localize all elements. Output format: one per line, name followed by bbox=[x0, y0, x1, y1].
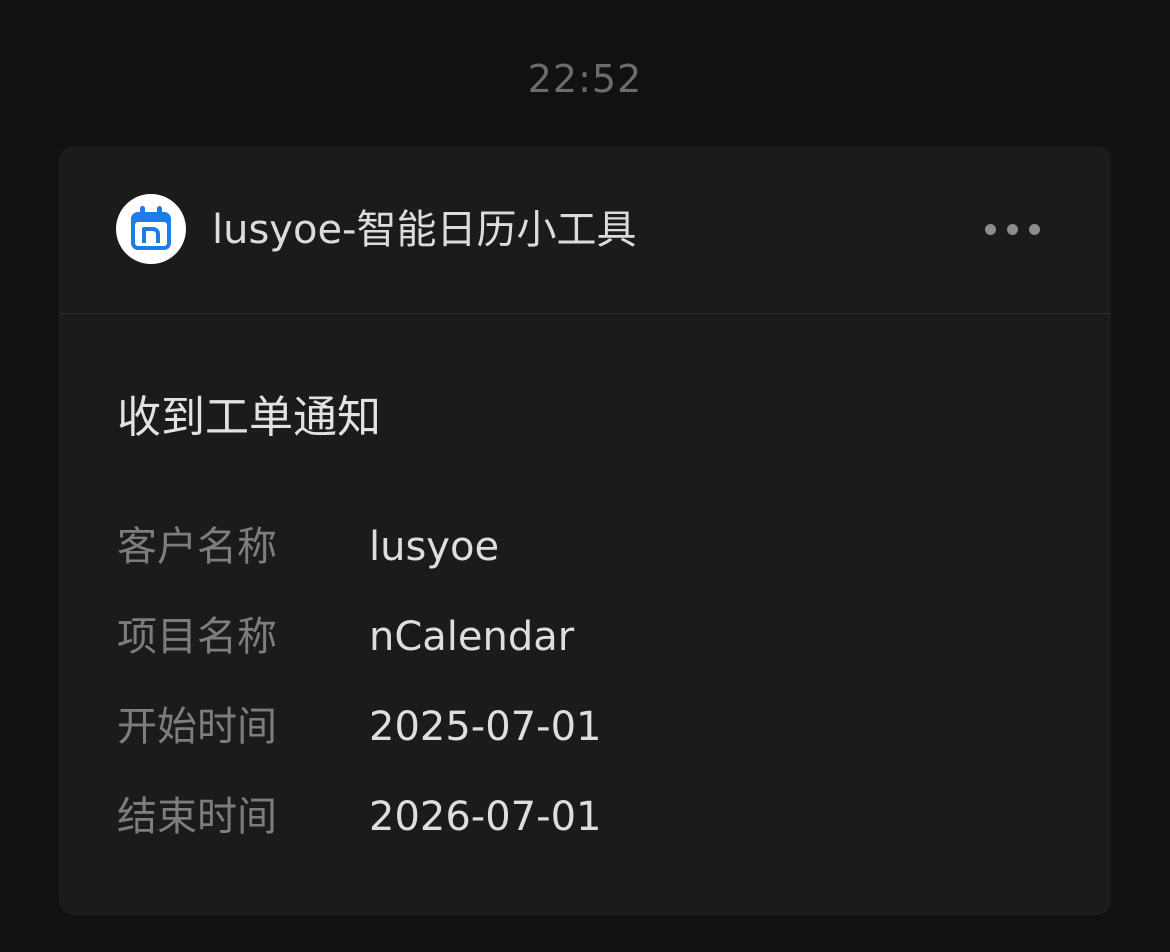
app-name: lusyoe-智能日历小工具 bbox=[212, 207, 637, 253]
field-row-project: 项目名称 nCalendar bbox=[117, 609, 1077, 665]
field-value: 2026-07-01 bbox=[369, 794, 602, 840]
more-dot-icon bbox=[1007, 224, 1018, 235]
notification-title: 收到工单通知 bbox=[117, 392, 381, 443]
field-label: 开始时间 bbox=[117, 704, 277, 750]
message-timestamp: 22:52 bbox=[527, 57, 643, 101]
field-value: 2025-07-01 bbox=[369, 704, 602, 750]
chat-page: 22:52 lusyoe-智能日历小工具 收到工单通知 客户名称 lusyoe … bbox=[0, 0, 1170, 952]
field-value: nCalendar bbox=[369, 614, 575, 660]
field-row-end-time: 结束时间 2026-07-01 bbox=[117, 789, 1077, 845]
more-dot-icon bbox=[1029, 224, 1040, 235]
field-value: lusyoe bbox=[369, 524, 500, 570]
notification-card[interactable]: lusyoe-智能日历小工具 收到工单通知 客户名称 lusyoe 项目名称 n… bbox=[59, 146, 1111, 915]
field-row-start-time: 开始时间 2025-07-01 bbox=[117, 699, 1077, 755]
field-label: 客户名称 bbox=[117, 524, 277, 570]
calendar-n-icon bbox=[116, 194, 186, 264]
field-row-customer: 客户名称 lusyoe bbox=[117, 519, 1077, 575]
field-label: 结束时间 bbox=[117, 794, 277, 840]
more-options-button[interactable] bbox=[985, 214, 1049, 244]
card-header: lusyoe-智能日历小工具 bbox=[59, 146, 1111, 314]
more-dot-icon bbox=[985, 224, 996, 235]
field-label: 项目名称 bbox=[117, 614, 277, 660]
